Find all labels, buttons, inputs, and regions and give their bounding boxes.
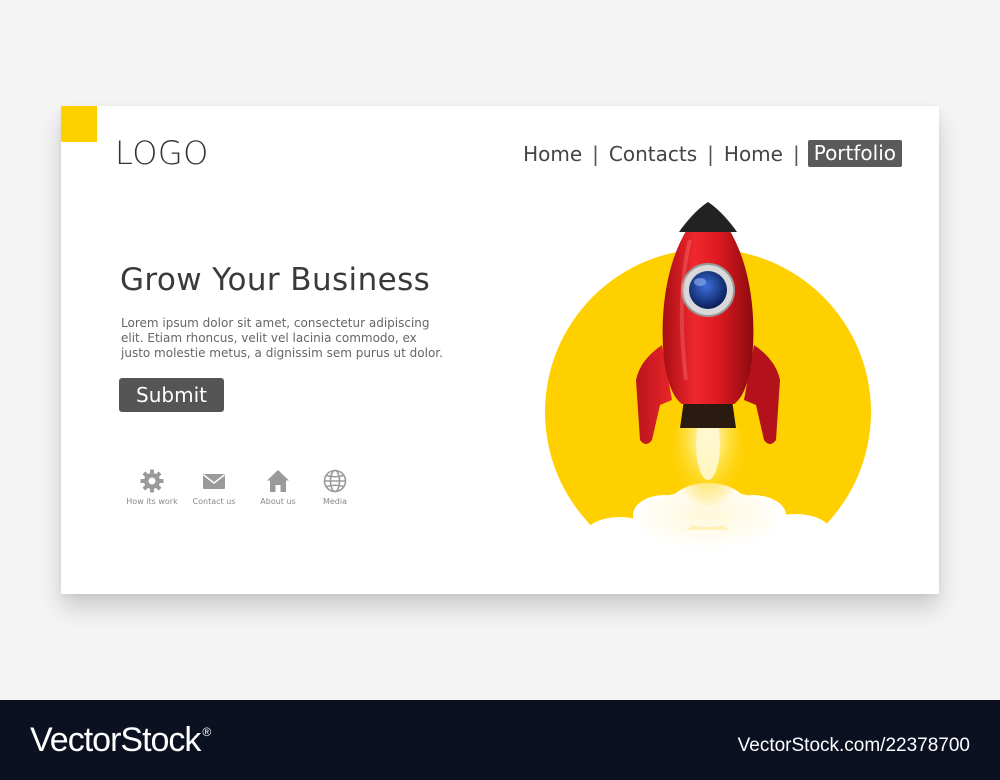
nav-home-secondary[interactable]: Home xyxy=(722,142,785,166)
nav-separator: | xyxy=(592,141,599,166)
nozzle xyxy=(680,400,736,428)
nav-portfolio[interactable]: Portfolio xyxy=(807,140,902,167)
main-nav: Home | Contacts | Home | Portfolio xyxy=(521,140,902,167)
nav-separator: | xyxy=(707,141,714,166)
footer-bar: VectorStock ® VectorStock.com/22378700 xyxy=(0,700,1000,780)
nav-separator: | xyxy=(792,141,800,166)
feature-label: Contact us xyxy=(192,497,236,506)
vectorstock-brand: VectorStock ® xyxy=(30,721,211,759)
logo[interactable]: LOGO xyxy=(115,134,209,172)
gear-icon xyxy=(140,469,164,493)
mail-icon xyxy=(203,474,225,489)
feature-label: Media xyxy=(322,497,348,506)
rocket-illustration xyxy=(540,202,880,575)
globe-icon xyxy=(323,469,347,493)
feature-label: About us xyxy=(260,497,296,506)
corner-accent xyxy=(61,106,97,142)
nav-contacts[interactable]: Contacts xyxy=(607,142,699,166)
nose-cone xyxy=(679,202,737,232)
headline: Grow Your Business xyxy=(120,262,431,298)
submit-button[interactable]: Submit xyxy=(119,378,224,412)
feature-label: How its work xyxy=(126,497,178,506)
feature-about-us[interactable]: About us xyxy=(248,468,308,506)
home-icon xyxy=(267,470,289,492)
hero-description: Lorem ipsum dolor sit amet, consectetur … xyxy=(121,316,443,360)
feature-how-it-works[interactable]: How its work xyxy=(122,468,182,506)
stock-url: VectorStock.com/22378700 xyxy=(737,735,970,756)
feature-contact-us[interactable]: Contact us xyxy=(184,468,244,506)
feature-media[interactable]: Media xyxy=(305,468,365,506)
nav-home[interactable]: Home xyxy=(521,142,584,166)
